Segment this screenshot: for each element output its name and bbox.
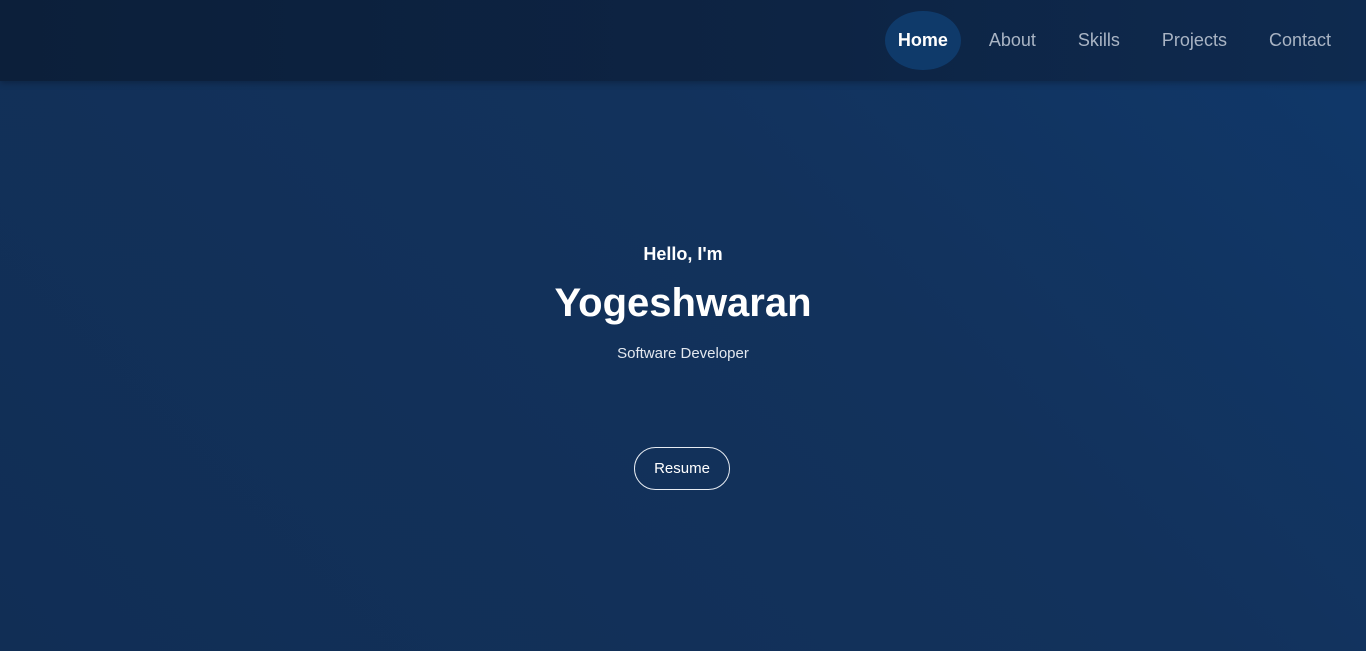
- hero-name: Yogeshwaran: [554, 281, 812, 325]
- nav-item-contact[interactable]: Contact: [1255, 11, 1345, 70]
- nav-item-skills[interactable]: Skills: [1064, 11, 1134, 70]
- nav-item-projects[interactable]: Projects: [1148, 11, 1241, 70]
- hero-role: Software Developer: [617, 345, 749, 362]
- hero-greeting: Hello, I'm: [643, 244, 723, 264]
- hero-section: Hello, I'm Yogeshwaran Software Develope…: [0, 81, 1366, 651]
- nav-item-home[interactable]: Home: [884, 11, 961, 70]
- resume-button[interactable]: Resume: [634, 447, 730, 490]
- top-navbar: Home About Skills Projects Contact: [0, 0, 1366, 81]
- nav-list: Home About Skills Projects Contact: [871, 11, 1345, 70]
- nav-item-about[interactable]: About: [975, 11, 1050, 70]
